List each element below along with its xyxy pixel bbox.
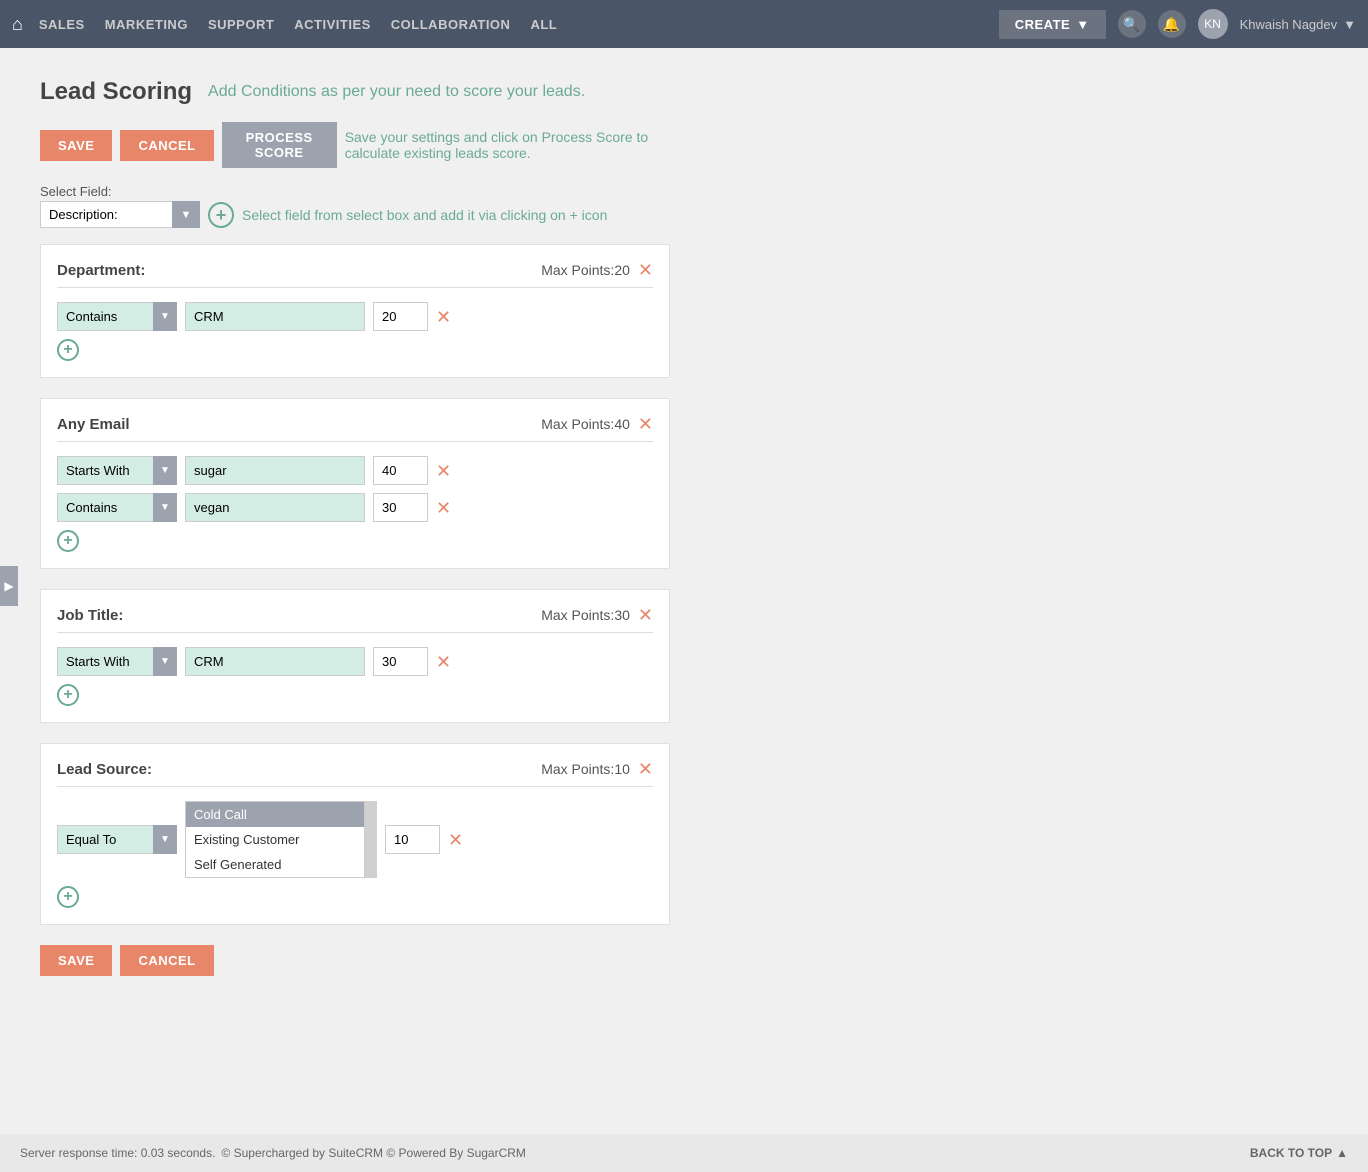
user-dropdown-icon: ▼ bbox=[1343, 17, 1356, 32]
add-field-button[interactable]: + bbox=[208, 202, 234, 228]
add-row-button-0[interactable]: + bbox=[57, 339, 79, 361]
dropdown-scrollbar-3[interactable] bbox=[365, 801, 377, 878]
process-score-button[interactable]: PROCESS SCORE bbox=[222, 122, 337, 168]
condition-points-input-1-1[interactable] bbox=[373, 493, 428, 522]
condition-card-2: Job Title: Max Points:30 ✕ ContainsStarts W… bbox=[40, 589, 670, 723]
card-header-1: Any Email Max Points:40 ✕ bbox=[57, 415, 653, 442]
create-button[interactable]: CREATE ▼ bbox=[999, 10, 1106, 39]
operator-select-1-1[interactable]: ContainsStarts WithEqual ToEnds WithNot … bbox=[57, 493, 177, 522]
select-field-section: Select Field: Description: Department An… bbox=[40, 184, 670, 228]
remove-card-button-1[interactable]: ✕ bbox=[638, 415, 653, 433]
card-header-0: Department: Max Points:20 ✕ bbox=[57, 261, 653, 288]
avatar: KN bbox=[1198, 9, 1228, 39]
powered-by: © Supercharged by SuiteCRM © Powered By … bbox=[221, 1146, 525, 1160]
condition-value-input-2-0[interactable] bbox=[185, 647, 365, 676]
cancel-button[interactable]: CANCEL bbox=[120, 130, 213, 161]
condition-points-input-0-0[interactable] bbox=[373, 302, 428, 331]
nav-collaboration[interactable]: COLLABORATION bbox=[391, 17, 511, 32]
card-header-3: Lead Source: Max Points:10 ✕ bbox=[57, 760, 653, 787]
max-points-label-1: Max Points:40 bbox=[541, 416, 630, 432]
operator-select-2-0[interactable]: ContainsStarts WithEqual ToEnds WithNot … bbox=[57, 647, 177, 676]
remove-card-button-0[interactable]: ✕ bbox=[638, 261, 653, 279]
max-points-label-0: Max Points:20 bbox=[541, 262, 630, 278]
remove-row-button-2-0[interactable]: ✕ bbox=[436, 653, 451, 671]
bottom-cancel-button[interactable]: CANCEL bbox=[120, 945, 213, 976]
add-row-button-1[interactable]: + bbox=[57, 530, 79, 552]
dropdown-arrow-icon: ▼ bbox=[1076, 17, 1089, 32]
page-title: Lead Scoring bbox=[40, 78, 192, 106]
field-select-wrapper: Description: Department Any Email Job Ti… bbox=[40, 201, 200, 228]
card-field-name-0: Department: bbox=[57, 262, 145, 279]
condition-card-1: Any Email Max Points:40 ✕ ContainsStarts Wi… bbox=[40, 398, 670, 569]
save-button[interactable]: SAVE bbox=[40, 130, 112, 161]
action-buttons: SAVE CANCEL PROCESS SCORE Save your sett… bbox=[40, 122, 670, 168]
bottom-action-buttons: SAVE CANCEL bbox=[40, 945, 670, 976]
nav-support[interactable]: SUPPORT bbox=[208, 17, 274, 32]
remove-row-button-1-0[interactable]: ✕ bbox=[436, 462, 451, 480]
dropdown-item-3-1[interactable]: Existing Customer bbox=[186, 827, 364, 852]
card-field-name-3: Lead Source: bbox=[57, 761, 152, 778]
notifications-icon[interactable]: 🔔 bbox=[1158, 10, 1186, 38]
condition-points-input-3-0[interactable] bbox=[385, 825, 440, 854]
nav-activities[interactable]: ACTIVITIES bbox=[294, 17, 371, 32]
operator-select-1-0[interactable]: ContainsStarts WithEqual ToEnds WithNot … bbox=[57, 456, 177, 485]
operator-select-0-0[interactable]: ContainsStarts WithEqual ToEnds WithNot … bbox=[57, 302, 177, 331]
home-icon[interactable]: ⌂ bbox=[12, 14, 23, 35]
card-field-name-1: Any Email bbox=[57, 416, 130, 433]
add-row-button-2[interactable]: + bbox=[57, 684, 79, 706]
field-select[interactable]: Description: Department Any Email Job Ti… bbox=[40, 201, 200, 228]
footer: Server response time: 0.03 seconds. © Su… bbox=[0, 1134, 1368, 1172]
remove-row-button-3-0[interactable]: ✕ bbox=[448, 831, 463, 849]
up-arrow-icon: ▲ bbox=[1336, 1146, 1348, 1160]
nav-sales[interactable]: SALES bbox=[39, 17, 85, 32]
back-to-top-button[interactable]: BACK TO TOP ▲ bbox=[1250, 1146, 1348, 1160]
user-name[interactable]: Khwaish Nagdev ▼ bbox=[1240, 17, 1356, 32]
side-panel-toggle[interactable]: ▶ bbox=[0, 566, 18, 606]
condition-value-input-1-1[interactable] bbox=[185, 493, 365, 522]
remove-card-button-2[interactable]: ✕ bbox=[638, 606, 653, 624]
page-subtitle: Add Conditions as per your need to score… bbox=[208, 83, 585, 101]
server-time: Server response time: 0.03 seconds. bbox=[20, 1146, 215, 1160]
condition-points-input-2-0[interactable] bbox=[373, 647, 428, 676]
footer-left: Server response time: 0.03 seconds. © Su… bbox=[20, 1146, 526, 1160]
condition-row-1-1: ContainsStarts WithEqual ToEnds WithNot … bbox=[57, 493, 653, 522]
select-field-row: Description: Department Any Email Job Ti… bbox=[40, 201, 670, 228]
card-field-name-2: Job Title: bbox=[57, 607, 123, 624]
condition-cards: Department: Max Points:20 ✕ ContainsStarts … bbox=[40, 244, 670, 925]
action-hint: Save your settings and click on Process … bbox=[345, 129, 670, 161]
select-field-hint: Select field from select box and add it … bbox=[242, 207, 607, 223]
dropdown-item-3-2[interactable]: Self Generated bbox=[186, 852, 364, 877]
condition-row-1-0: ContainsStarts WithEqual ToEnds WithNot … bbox=[57, 456, 653, 485]
operator-select-3-0[interactable]: ContainsStarts WithEqual ToEnds WithNot … bbox=[57, 825, 177, 854]
nav-all[interactable]: ALL bbox=[530, 17, 557, 32]
bottom-save-button[interactable]: SAVE bbox=[40, 945, 112, 976]
remove-card-button-3[interactable]: ✕ bbox=[638, 760, 653, 778]
dropdown-list-3: Cold CallExisting CustomerSelf Generated bbox=[185, 801, 365, 878]
page-header: Lead Scoring Add Conditions as per your … bbox=[40, 78, 670, 106]
condition-value-input-0-0[interactable] bbox=[185, 302, 365, 331]
top-navigation: ⌂ SALES MARKETING SUPPORT ACTIVITIES COL… bbox=[0, 0, 1368, 48]
max-points-label-3: Max Points:10 bbox=[541, 761, 630, 777]
nav-links: SALES MARKETING SUPPORT ACTIVITIES COLLA… bbox=[39, 17, 999, 32]
condition-row-0-0: ContainsStarts WithEqual ToEnds WithNot … bbox=[57, 302, 653, 331]
condition-points-input-1-0[interactable] bbox=[373, 456, 428, 485]
max-points-label-2: Max Points:30 bbox=[541, 607, 630, 623]
dropdown-item-3-0[interactable]: Cold Call bbox=[186, 802, 364, 827]
select-field-label: Select Field: bbox=[40, 184, 670, 199]
condition-row-2-0: ContainsStarts WithEqual ToEnds WithNot … bbox=[57, 647, 653, 676]
card-header-2: Job Title: Max Points:30 ✕ bbox=[57, 606, 653, 633]
search-icon[interactable]: 🔍 bbox=[1118, 10, 1146, 38]
nav-marketing[interactable]: MARKETING bbox=[105, 17, 188, 32]
condition-value-input-1-0[interactable] bbox=[185, 456, 365, 485]
condition-row-3-0: ContainsStarts WithEqual ToEnds WithNot … bbox=[57, 801, 653, 878]
remove-row-button-1-1[interactable]: ✕ bbox=[436, 499, 451, 517]
condition-card-3: Lead Source: Max Points:10 ✕ ContainsStarts… bbox=[40, 743, 670, 925]
nav-right: CREATE ▼ 🔍 🔔 KN Khwaish Nagdev ▼ bbox=[999, 9, 1356, 39]
main-content: Lead Scoring Add Conditions as per your … bbox=[0, 48, 700, 1036]
add-row-button-3[interactable]: + bbox=[57, 886, 79, 908]
remove-row-button-0-0[interactable]: ✕ bbox=[436, 308, 451, 326]
condition-card-0: Department: Max Points:20 ✕ ContainsStarts … bbox=[40, 244, 670, 378]
